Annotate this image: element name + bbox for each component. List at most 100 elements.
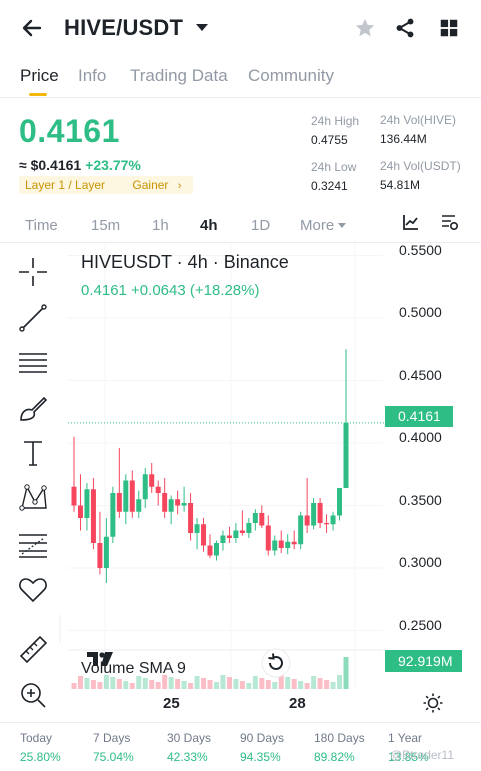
tag-chevron-icon: › xyxy=(177,180,182,192)
candle-body xyxy=(213,543,219,556)
grid-menu-icon[interactable] xyxy=(438,17,460,39)
volume-value-tag: 92.919M xyxy=(385,650,462,672)
chart-theme-sun-icon[interactable] xyxy=(423,693,443,713)
y-tick-label: 0.4000 xyxy=(399,429,442,445)
volume-bar xyxy=(311,676,317,689)
y-tick-label: 0.3000 xyxy=(399,554,442,570)
y-tick-label: 0.5000 xyxy=(399,304,442,320)
volume-bar xyxy=(259,678,265,689)
chart-settings-icon[interactable] xyxy=(441,213,459,231)
indicator-chart-icon[interactable] xyxy=(402,213,420,231)
interval-4h[interactable]: 4h xyxy=(200,217,218,234)
volume-bar xyxy=(317,678,323,689)
volume-bar xyxy=(168,677,174,689)
candle-body xyxy=(298,515,304,545)
volume-bar xyxy=(188,683,194,689)
pair-dropdown-caret-icon[interactable] xyxy=(196,24,208,31)
candle-body xyxy=(291,541,297,545)
token-tags[interactable]: Layer 1 / Layer Gainer › xyxy=(19,176,194,194)
y-tick-label: 0.3500 xyxy=(399,492,442,508)
volume-bar xyxy=(291,679,297,689)
interval-1d[interactable]: 1D xyxy=(251,217,270,234)
candle-body xyxy=(252,513,258,523)
tag-category[interactable]: Layer 1 / Layer xyxy=(25,178,105,192)
tab-info[interactable]: Info xyxy=(78,66,106,86)
price-usd-line: ≈ $0.4161 +23.77% xyxy=(19,157,141,173)
candle-body xyxy=(142,474,148,500)
candle-body xyxy=(129,480,135,512)
perf-90-days: 90 Days 94.35% xyxy=(240,731,284,764)
volume-bar xyxy=(207,680,213,689)
y-tick-label: 0.4500 xyxy=(399,367,442,383)
candle-body xyxy=(259,513,265,526)
interval-1h[interactable]: 1h xyxy=(152,217,169,234)
stat-24h-high-label: 24h High xyxy=(311,114,360,128)
perf-value: 42.33% xyxy=(167,750,208,764)
candle-body xyxy=(285,541,291,548)
candle-body xyxy=(175,499,181,506)
candle-body xyxy=(324,523,330,525)
last-price-tag: 0.4161 xyxy=(385,406,453,427)
volume-bar xyxy=(304,683,310,689)
volume-bar xyxy=(97,682,103,689)
volume-bar xyxy=(84,678,90,689)
candle-body xyxy=(220,535,226,543)
candle-body xyxy=(136,499,142,512)
stat-24h-vol-quote-label: 24h Vol(USDT) xyxy=(380,159,461,173)
stat-24h-low-value: 0.3241 xyxy=(311,179,348,193)
volume-bar xyxy=(252,676,258,689)
back-arrow-icon[interactable] xyxy=(20,16,44,40)
volume-bar xyxy=(155,682,161,689)
candle-body xyxy=(330,515,336,525)
candle-body xyxy=(278,540,284,548)
performance-bar: Today 25.80% 7 Days 75.04% 30 Days 42.33… xyxy=(0,722,481,771)
tab-price[interactable]: Price xyxy=(20,66,59,86)
volume-bar xyxy=(213,682,219,689)
volume-bar xyxy=(194,676,200,689)
reset-chart-icon[interactable] xyxy=(261,648,291,678)
candle-body xyxy=(97,543,103,568)
chart-title: HIVEUSDT · 4h · Binance xyxy=(81,252,289,272)
volume-bar xyxy=(324,680,330,689)
candle-body xyxy=(337,488,343,516)
candle-body xyxy=(311,503,317,526)
perf-7-days: 7 Days 75.04% xyxy=(93,731,134,764)
volume-bar xyxy=(272,682,278,689)
interval-15m[interactable]: 15m xyxy=(91,217,120,234)
candle-body xyxy=(317,503,323,523)
more-caret-icon xyxy=(338,223,347,228)
tag-gainer[interactable]: Gainer xyxy=(132,178,168,192)
volume-bar xyxy=(285,677,291,689)
tradingview-logo-icon xyxy=(87,652,113,666)
candle-body xyxy=(304,515,310,526)
volume-bar xyxy=(343,657,349,689)
candle-body xyxy=(181,503,187,506)
perf-value: 25.80% xyxy=(20,750,61,764)
price-change-percent: +23.77% xyxy=(85,157,141,173)
volume-bar xyxy=(116,679,122,689)
perf-180-days: 180 Days 89.82% xyxy=(314,731,365,764)
interval-more[interactable]: More xyxy=(300,217,347,234)
pair-title[interactable]: HIVE/USDT xyxy=(64,15,183,41)
share-icon[interactable] xyxy=(394,17,416,39)
candle-body xyxy=(155,486,161,493)
stat-24h-high-value: 0.4755 xyxy=(311,133,348,147)
volume-bar xyxy=(239,681,245,689)
volume-bar xyxy=(298,681,304,689)
perf-label: 90 Days xyxy=(240,731,285,745)
candle-body xyxy=(233,530,239,538)
tab-community[interactable]: Community xyxy=(248,66,334,86)
interval-time[interactable]: Time xyxy=(25,217,58,234)
candle-body xyxy=(226,535,232,538)
volume-bar xyxy=(175,679,181,689)
candle-body xyxy=(71,486,77,506)
perf-label: Today xyxy=(20,731,53,745)
candle-body xyxy=(272,540,278,551)
perf-label: 1 Year xyxy=(388,731,423,745)
tab-trading-data[interactable]: Trading Data xyxy=(130,66,228,86)
x-tick-label: 28 xyxy=(289,695,306,712)
top-header: HIVE/USDT xyxy=(0,0,481,58)
volume-bar xyxy=(337,675,343,689)
favorite-star-icon[interactable] xyxy=(354,17,376,39)
perf-label: 7 Days xyxy=(93,731,131,745)
